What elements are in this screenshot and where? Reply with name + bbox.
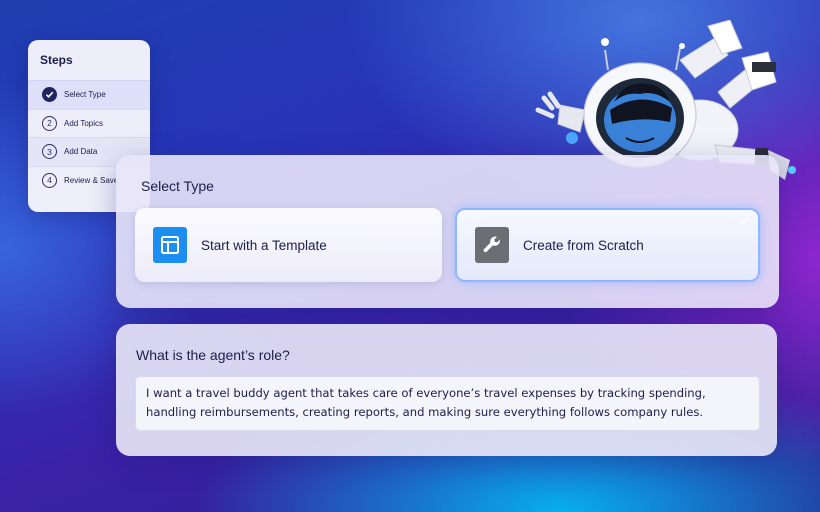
step-add-topics[interactable]: 2 Add Topics [28,108,150,138]
start-with-template-option[interactable]: Start with a Template [135,208,442,282]
option-label: Create from Scratch [523,237,644,253]
step-number: 2 [42,115,57,131]
agent-role-question: What is the agent’s role? [136,347,290,363]
create-from-scratch-option[interactable]: Create from Scratch [455,208,760,282]
step-label: Select Type [64,90,106,100]
agent-role-input[interactable]: I want a travel buddy agent that takes c… [135,376,760,431]
step-select-type[interactable]: Select Type [28,80,150,109]
option-label: Start with a Template [201,237,327,253]
template-icon [153,227,187,263]
wrench-icon [475,227,509,263]
step-number: 3 [42,144,57,160]
select-type-title: Select Type [141,178,214,194]
steps-title: Steps [40,53,73,67]
selected-check-icon [739,214,750,228]
step-label: Add Topics [64,118,103,128]
agent-role-card: What is the agent’s role? I want a trave… [116,324,777,456]
step-label: Review & Save [64,175,119,185]
step-complete-check-icon [42,87,57,103]
step-label: Add Data [64,147,98,157]
step-number: 4 [42,172,57,188]
select-type-card: Select Type Start with a Template Create… [116,155,779,308]
